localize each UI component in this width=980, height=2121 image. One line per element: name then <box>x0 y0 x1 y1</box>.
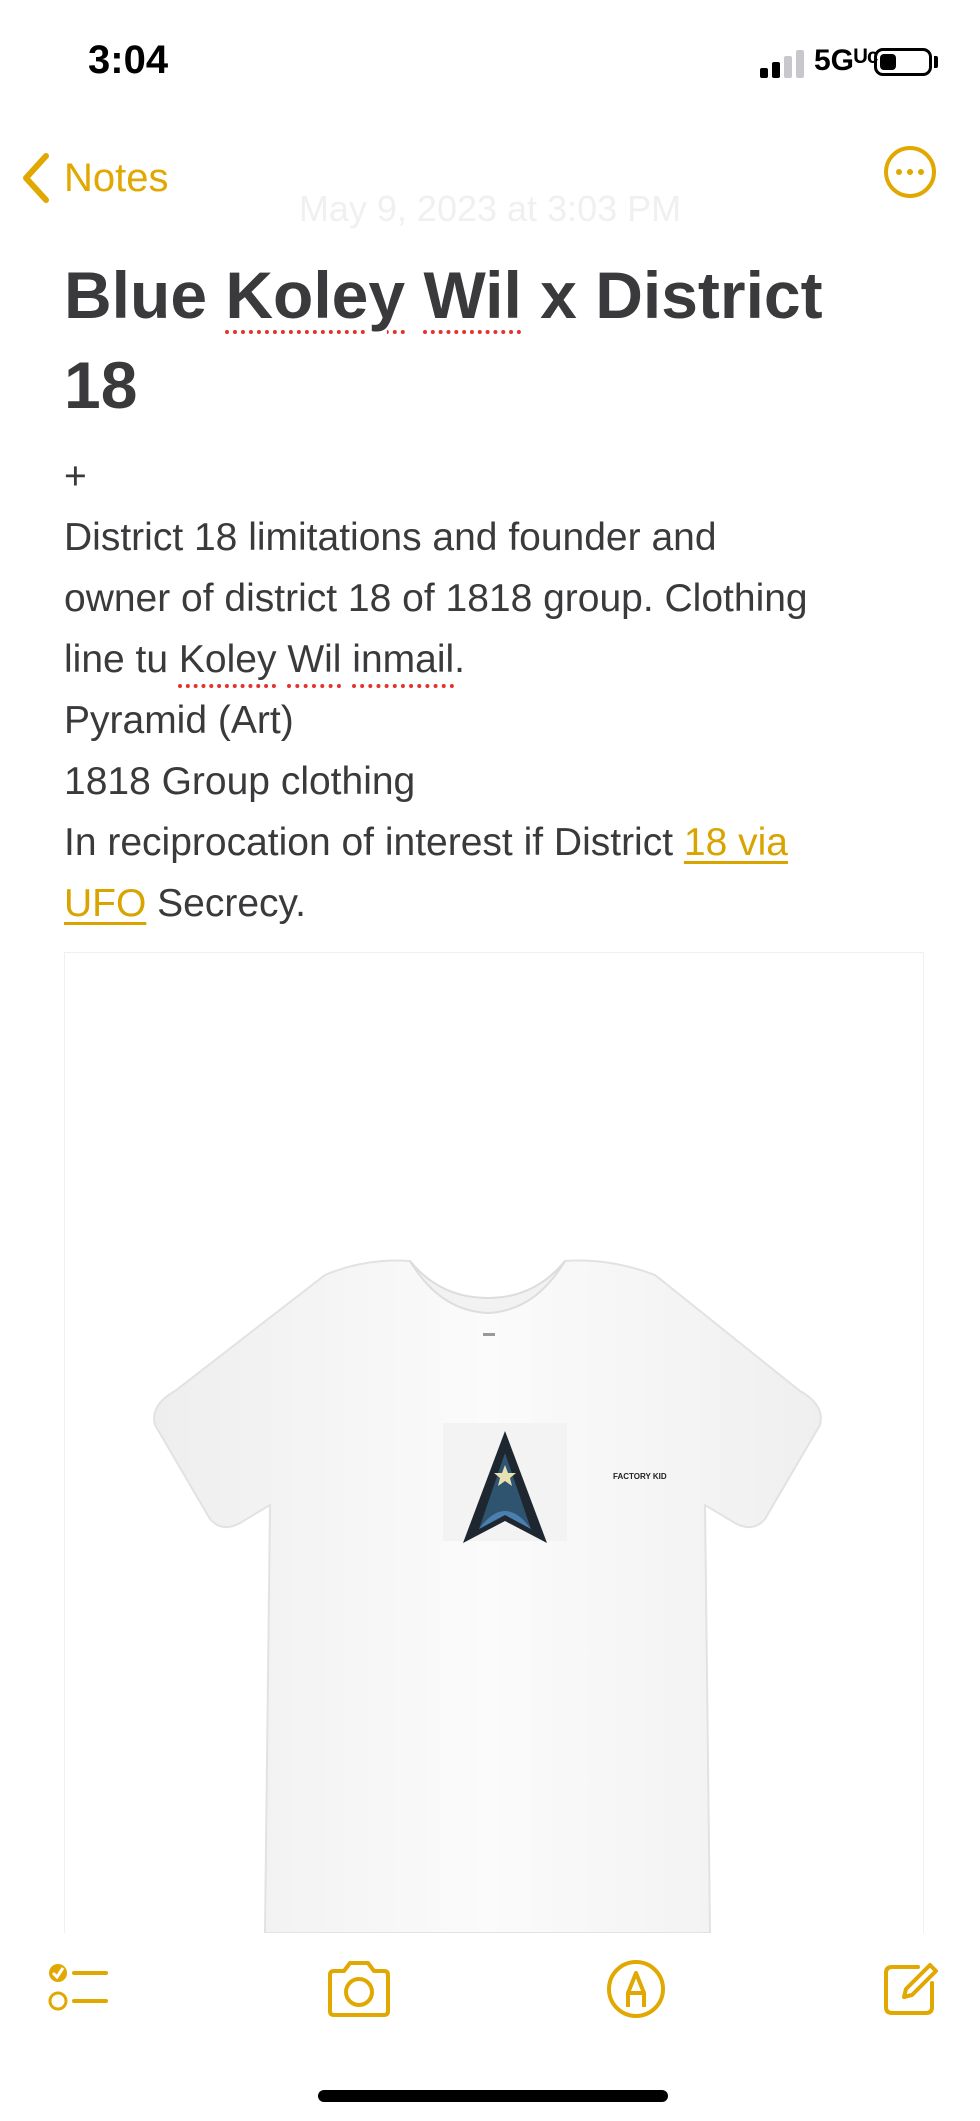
battery-tip <box>934 56 938 68</box>
body-line: District 18 limitations and founder and <box>64 516 717 559</box>
misspelled-word[interactable]: Wil <box>423 258 521 332</box>
misspelled-word[interactable]: inmail <box>352 638 454 681</box>
status-bar: 3:04 5Gᵁᶜ <box>0 0 980 120</box>
dot <box>896 169 902 175</box>
body-line: UFO Secrecy. <box>64 873 924 934</box>
body-line: Pyramid (Art) <box>64 699 294 742</box>
network-type: 5Gᵁᶜ <box>814 44 879 77</box>
tshirt-image: FACTORY KID <box>153 1259 822 1933</box>
misspelled-word[interactable]: Koley <box>179 638 277 681</box>
body-line: 1818 Group clothing <box>64 760 416 803</box>
body-line: In reciprocation of interest if District… <box>64 812 924 873</box>
print-text: FACTORY KID <box>613 1472 667 1481</box>
title-text <box>405 258 423 332</box>
body-text: In reciprocation of interest if District <box>64 821 684 864</box>
body-line: line tu Koley Wil inmail. <box>64 629 924 690</box>
camera-icon[interactable] <box>324 1957 394 2021</box>
title-text: x District <box>521 258 823 332</box>
body-text: Secrecy. <box>146 882 306 925</box>
note-date: May 9, 2023 at 3:03 PM <box>298 188 682 229</box>
status-time: 3:04 <box>88 38 169 82</box>
body-text: line tu <box>64 638 179 681</box>
dot <box>907 169 913 175</box>
body-text <box>276 638 287 681</box>
image-attachment[interactable]: FACTORY KID <box>64 952 924 1933</box>
title-text: Blue <box>64 258 226 332</box>
tshirt-tag <box>483 1333 495 1336</box>
note-body[interactable]: + District 18 limitations and founder an… <box>64 446 924 934</box>
tshirt-body <box>153 1259 822 1933</box>
home-indicator[interactable] <box>318 2090 668 2102</box>
battery-icon <box>874 48 932 76</box>
misspelled-word[interactable]: Wil <box>287 638 341 681</box>
checklist-icon[interactable] <box>46 1957 110 2021</box>
compose-icon[interactable] <box>878 1957 942 2021</box>
bottom-toolbar <box>0 1935 980 2045</box>
markup-icon[interactable] <box>604 1957 668 2021</box>
cellular-signal-icon <box>760 48 804 78</box>
detected-link[interactable]: 18 via <box>684 821 788 864</box>
detected-link[interactable]: UFO <box>64 882 146 925</box>
misspelled-word[interactable]: Koley <box>225 258 405 332</box>
body-line: + <box>64 455 87 498</box>
body-text <box>341 638 352 681</box>
note-content[interactable]: Blue Koley Wil x District 18 + District … <box>64 250 924 934</box>
dot <box>918 169 924 175</box>
body-text: . <box>454 638 466 681</box>
title-text: 18 <box>64 348 138 422</box>
body-line: owner of district 18 of 1818 group. Clot… <box>64 577 808 620</box>
note-title[interactable]: Blue Koley Wil x District 18 <box>64 250 924 430</box>
